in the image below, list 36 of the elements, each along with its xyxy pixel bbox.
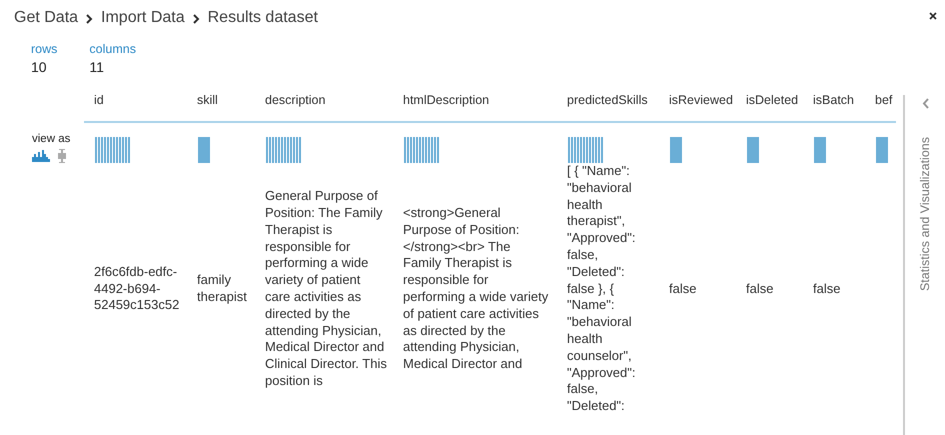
breadcrumb-item: Results dataset	[208, 9, 318, 27]
stat-value: 11	[89, 59, 105, 75]
close-icon[interactable]	[929, 12, 937, 20]
column-header[interactable]: predictedSkills	[557, 93, 659, 107]
chevron-right-icon	[86, 14, 94, 24]
column-header[interactable]: bef	[865, 93, 896, 107]
histogram-chart[interactable]	[568, 137, 603, 163]
histogram-chart[interactable]	[404, 137, 439, 163]
chevron-right-icon	[192, 14, 200, 24]
breadcrumb-item[interactable]: Import Data	[101, 9, 185, 27]
box-plot-icon[interactable]	[57, 149, 67, 163]
chevron-left-icon[interactable]	[922, 98, 928, 109]
column-header[interactable]: isBatch	[803, 93, 865, 107]
table-cell: false	[746, 280, 774, 296]
table-cell: 2f6c6fdb-edfc-4492-b694-52459c153c52	[94, 264, 180, 312]
table-cell: false	[813, 280, 840, 296]
stat-value: 10	[31, 59, 48, 75]
table-cell: false	[669, 280, 696, 296]
histogram-chart[interactable]	[95, 137, 130, 163]
histogram-chart[interactable]	[266, 137, 301, 163]
stat-label: rows	[31, 42, 58, 56]
column-header[interactable]: isDeleted	[736, 93, 803, 107]
table-cell: family therapist	[197, 272, 247, 304]
table-cell: <strong>General Purpose of Position: </strong><br> The Family Therapist is responsible for performing a wide variety of patient care activities as directed by the attending Physician, Medical Director and	[403, 204, 548, 372]
table-cell: General Purpose of Position: The Family Therapist is responsible for performing a wide variety of patient care activities as directed by the attending Physician, Medical Director and Clinical Director. This position is	[265, 188, 387, 388]
column-header[interactable]: id	[84, 93, 187, 107]
view-as-label: view as	[32, 133, 72, 145]
panel-title[interactable]: Statistics and Visualizations	[918, 136, 932, 291]
stat-label: columns	[89, 42, 136, 56]
breadcrumb-item[interactable]: Get Data	[14, 9, 78, 27]
column-header[interactable]: isReviewed	[659, 93, 736, 107]
column-header[interactable]: htmlDescription	[393, 93, 557, 107]
histogram-icon[interactable]	[32, 150, 50, 162]
column-header[interactable]: description	[255, 93, 393, 107]
column-header[interactable]: skill	[187, 93, 255, 107]
table-cell: [ { "Name": "behavioral health therapist", "Approved": false, "Deleted": false }, { "Name": "behavioral health counselor", "Approved": false, "Deleted":	[567, 163, 636, 414]
